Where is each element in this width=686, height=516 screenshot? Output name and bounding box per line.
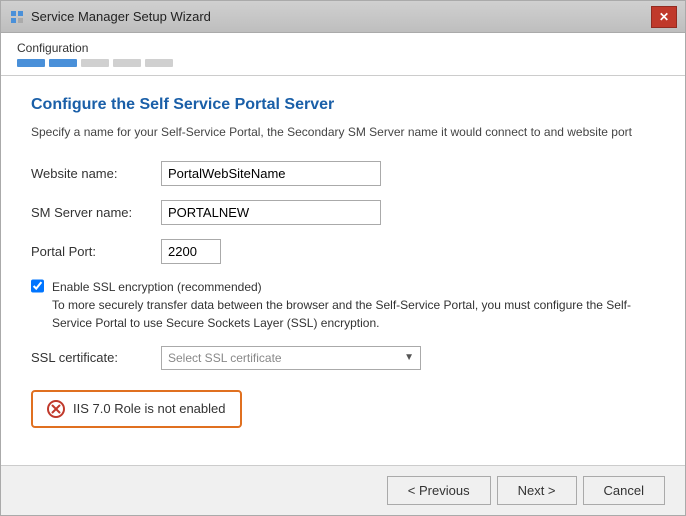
footer-bar: < Previous Next > Cancel (1, 465, 685, 515)
ssl-cert-dropdown[interactable]: Select SSL certificate ▼ (161, 346, 421, 370)
previous-button[interactable]: < Previous (387, 476, 491, 505)
next-button[interactable]: Next > (497, 476, 577, 505)
website-name-row: Website name: (31, 161, 655, 186)
close-button[interactable]: ✕ (651, 6, 677, 28)
error-box: IIS 7.0 Role is not enabled (31, 390, 242, 428)
server-name-row: SM Server name: (31, 200, 655, 225)
error-message: IIS 7.0 Role is not enabled (73, 401, 226, 416)
portal-port-input[interactable] (161, 239, 221, 264)
ssl-cert-placeholder: Select SSL certificate (168, 351, 282, 365)
breadcrumb-label: Configuration (17, 41, 669, 55)
ssl-checkbox-label: Enable SSL encryption (recommended) (52, 278, 655, 296)
step-5 (145, 59, 173, 67)
portal-port-label: Portal Port: (31, 244, 161, 259)
ssl-cert-row: SSL certificate: Select SSL certificate … (31, 346, 655, 370)
website-name-input[interactable] (161, 161, 381, 186)
content-area: Configure the Self Service Portal Server… (1, 76, 685, 465)
server-name-input[interactable] (161, 200, 381, 225)
step-4 (113, 59, 141, 67)
wizard-window: Service Manager Setup Wizard ✕ Configura… (0, 0, 686, 516)
error-icon (47, 400, 65, 418)
dropdown-arrow-icon: ▼ (404, 352, 414, 363)
cancel-button[interactable]: Cancel (583, 476, 665, 505)
ssl-checkbox-row: Enable SSL encryption (recommended) To m… (31, 278, 655, 332)
step-3 (81, 59, 109, 67)
website-name-label: Website name: (31, 166, 161, 181)
title-bar: Service Manager Setup Wizard ✕ (1, 1, 685, 33)
section-desc: Specify a name for your Self-Service Por… (31, 124, 655, 141)
ssl-checkbox-desc: To more securely transfer data between t… (52, 296, 655, 332)
window-icon (9, 9, 25, 25)
ssl-cert-label: SSL certificate: (31, 350, 161, 365)
title-bar-left: Service Manager Setup Wizard (9, 9, 211, 25)
breadcrumb-bar: Configuration (1, 33, 685, 76)
ssl-checkbox[interactable] (31, 279, 44, 293)
section-title: Configure the Self Service Portal Server (31, 96, 655, 114)
step-1 (17, 59, 45, 67)
portal-port-row: Portal Port: (31, 239, 655, 264)
breadcrumb-steps (17, 59, 669, 67)
server-name-label: SM Server name: (31, 205, 161, 220)
window-title: Service Manager Setup Wizard (31, 9, 211, 24)
step-2 (49, 59, 77, 67)
